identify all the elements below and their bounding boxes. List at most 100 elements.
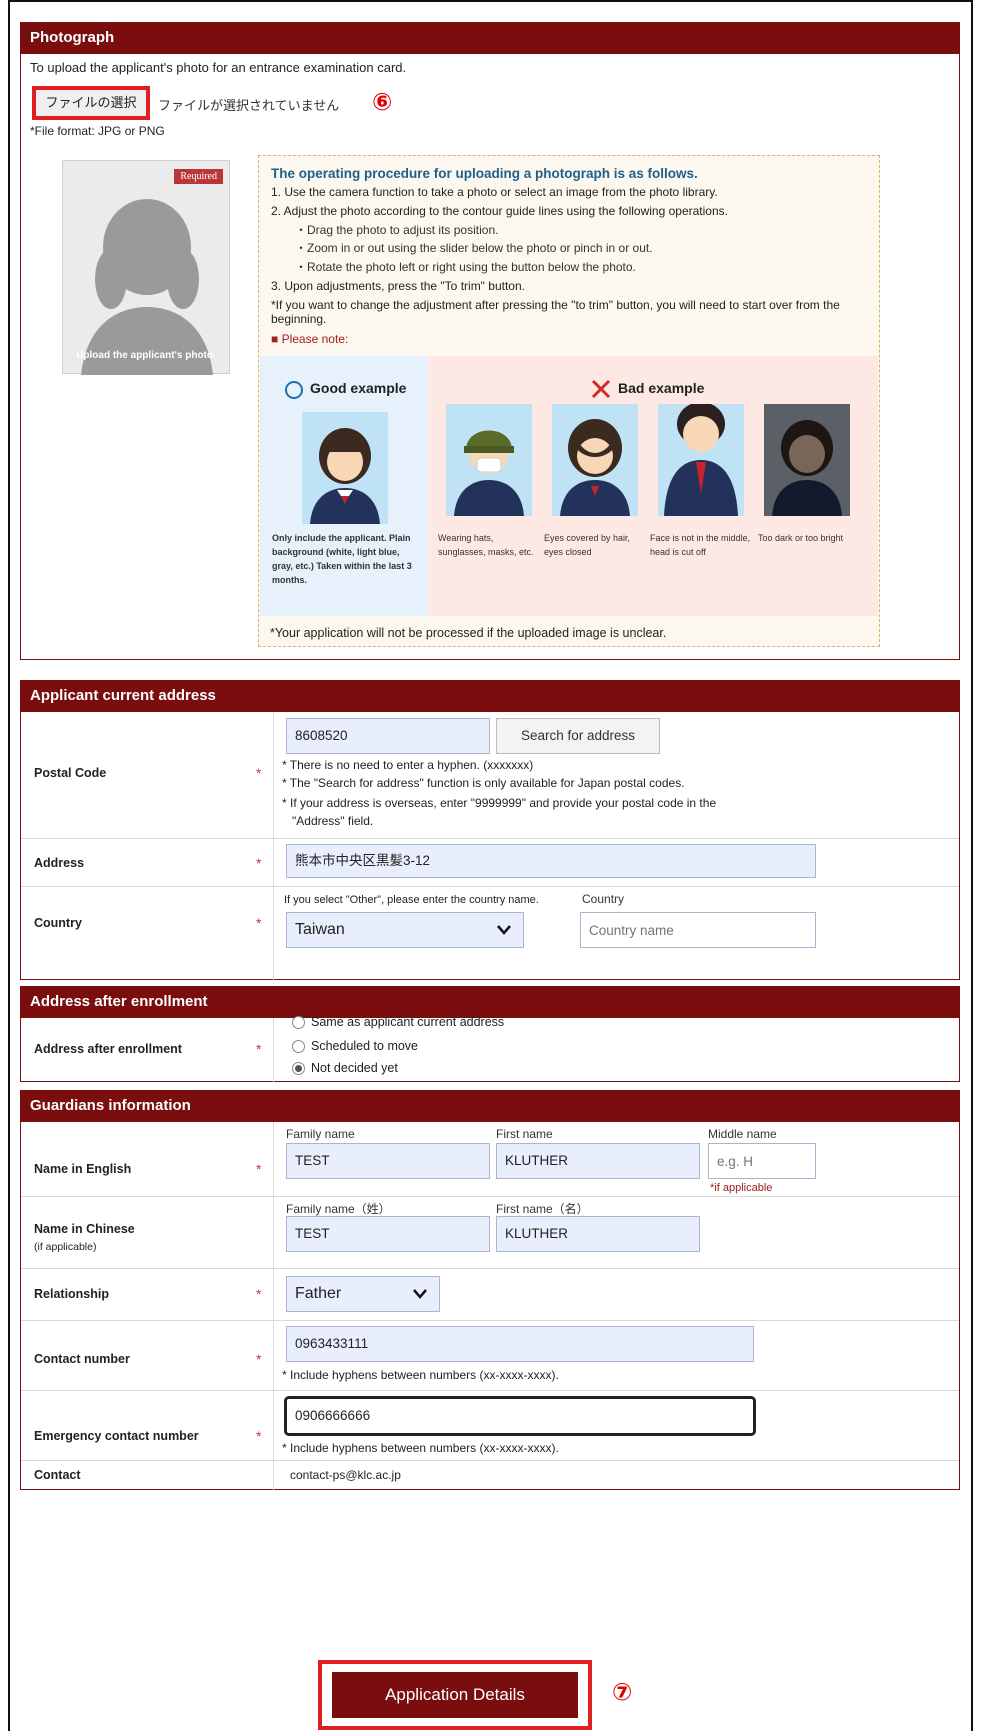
procedure-step-2c: ・Rotate the photo left or right using th… [295,260,636,275]
emergency-contact-hint: * Include hyphens between numbers (xx-xx… [282,1441,559,1455]
file-format-note: *File format: JPG or PNG [30,124,165,138]
name-chinese-label: Name in Chinese [34,1222,135,1236]
contact-email: contact-ps@klc.ac.jp [290,1468,401,1482]
student-hat-mask-icon [454,430,524,516]
address-after-enrollment-label: Address after enrollment [34,1042,182,1056]
guardian-row-divider [21,1320,959,1321]
family-name-cn-label: Family name（姓） [286,1202,391,1216]
contact-number-input[interactable]: 0963433111 [286,1326,754,1362]
relationship-label: Relationship [34,1287,110,1301]
chevron-down-icon [497,925,511,935]
address-row-divider [21,886,959,887]
guardian-row-divider [21,1390,959,1391]
guardian-section-header: Guardians information [20,1090,960,1122]
postal-code-input[interactable]: 8608520 [286,718,490,754]
student-hair-covered-icon [560,419,630,516]
family-name-cn-input[interactable]: TEST [286,1216,490,1252]
guardian-row-divider [21,1196,959,1197]
country-hint: If you select "Other", please enter the … [284,894,539,906]
required-mark: * [256,1041,262,1057]
procedure-step-2a: ・Drag the photo to adjust its position. [295,222,499,237]
cross-icon [591,379,611,399]
country-name-input[interactable] [580,912,816,948]
relationship-selected-value: Father [295,1285,342,1302]
enrollment-column-divider [273,1018,274,1082]
student-off-center-icon [664,402,738,516]
address-input[interactable]: 熊本市中央区黒髪3-12 [286,844,816,878]
contact-info-label: Contact [34,1468,81,1482]
postal-hint-2: * The "Search for address" function is o… [282,776,685,790]
procedure-step-2: 2. Adjust the photo according to the con… [271,203,728,218]
bad-example-photo-2 [552,404,638,516]
unclear-image-note: *Your application will not be processed … [270,626,667,640]
required-mark: * [256,1286,262,1302]
postal-code-label: Postal Code [34,766,107,780]
radio-label: Scheduled to move [311,1039,419,1053]
address-row-divider [21,838,959,839]
guardian-row-divider [21,1268,959,1269]
choose-file-button[interactable]: ファイルの選択 [32,86,150,120]
bad-example-panel: Bad example Wearing hats, sunglasses, ma… [428,356,878,616]
good-example-photo [302,412,388,524]
radio-button[interactable] [292,1015,305,1029]
student-dark-icon [772,420,842,516]
enrollment-section-header: Address after enrollment [20,986,960,1018]
guardian-row-divider [21,1460,959,1461]
placeholder-caption: Upload the applicant's photo. [76,350,216,361]
middle-name-input[interactable] [708,1143,816,1179]
postal-hint-4: "Address" field. [292,814,374,828]
first-name-cn-input[interactable]: KLUTHER [496,1216,700,1252]
good-example-panel: Good example Only include the applicant.… [260,356,428,616]
search-address-button[interactable]: Search for address [496,718,660,754]
family-name-label: Family name [286,1127,355,1141]
bad-example-caption-4: Too dark or too bright [758,533,844,543]
country-label: Country [34,916,82,930]
photo-placeholder[interactable]: Required Upload the applicant's photo. [62,160,230,375]
relationship-select[interactable]: Father [286,1276,440,1312]
bad-example-caption-3: Face is not in the middle, head is cut o… [650,533,751,557]
bad-example-photo-3 [658,402,744,516]
address-section-header: Applicant current address [20,680,960,712]
radio-button-checked[interactable] [292,1061,305,1075]
first-name-input[interactable]: KLUTHER [496,1143,700,1179]
name-english-label: Name in English [34,1162,132,1176]
please-note-label: ■ Please note: [271,332,349,347]
required-mark: * [256,915,262,931]
if-applicable-note: *if applicable [710,1182,773,1194]
required-mark: * [256,1161,262,1177]
family-name-input[interactable]: TEST [286,1143,490,1179]
address-label: Address [34,856,85,870]
bad-example-caption-2: Eyes covered by hair, eyes closed [544,533,631,557]
address-column-divider [273,712,274,980]
radio-same-address[interactable]: Same as applicant current address [292,1015,504,1029]
person-silhouette-icon [81,199,213,375]
radio-label: Not decided yet [311,1061,398,1075]
application-details-button[interactable]: Application Details [332,1672,578,1718]
student-girl-icon [310,428,380,524]
bad-example-photo-1 [446,404,532,516]
radio-button[interactable] [292,1039,305,1053]
step-marker-7: ⑦ [612,1679,633,1706]
guardian-column-divider [273,1122,274,1490]
country-selected-value: Taiwan [295,921,345,938]
first-name-label: First name [496,1127,553,1141]
photo-section-header: Photograph [20,22,960,54]
first-name-cn-label: First name（名） [496,1202,589,1216]
good-example-title: Good example [310,380,407,396]
required-mark: * [256,765,262,781]
emergency-contact-input[interactable]: 0906666666 [284,1396,756,1436]
bad-example-caption-1: Wearing hats, sunglasses, masks, etc. [438,533,534,557]
bad-example-title: Bad example [618,380,705,396]
procedure-step-1: 1. Use the camera function to take a pho… [271,185,718,199]
emergency-contact-label: Emergency contact number [34,1429,199,1443]
contact-number-label: Contact number [34,1352,130,1366]
radio-not-decided[interactable]: Not decided yet [292,1061,398,1075]
radio-scheduled-to-move[interactable]: Scheduled to move [292,1039,418,1053]
procedure-title: The operating procedure for uploading a … [271,166,698,181]
contact-number-hint: * Include hyphens between numbers (xx-xx… [282,1368,559,1382]
good-example-caption: Only include the applicant. Plain backgr… [272,533,412,585]
required-mark: * [256,1428,262,1444]
country-select[interactable]: Taiwan [286,912,524,948]
postal-hint-3: * If your address is overseas, enter "99… [282,796,717,810]
required-mark: * [256,855,262,871]
